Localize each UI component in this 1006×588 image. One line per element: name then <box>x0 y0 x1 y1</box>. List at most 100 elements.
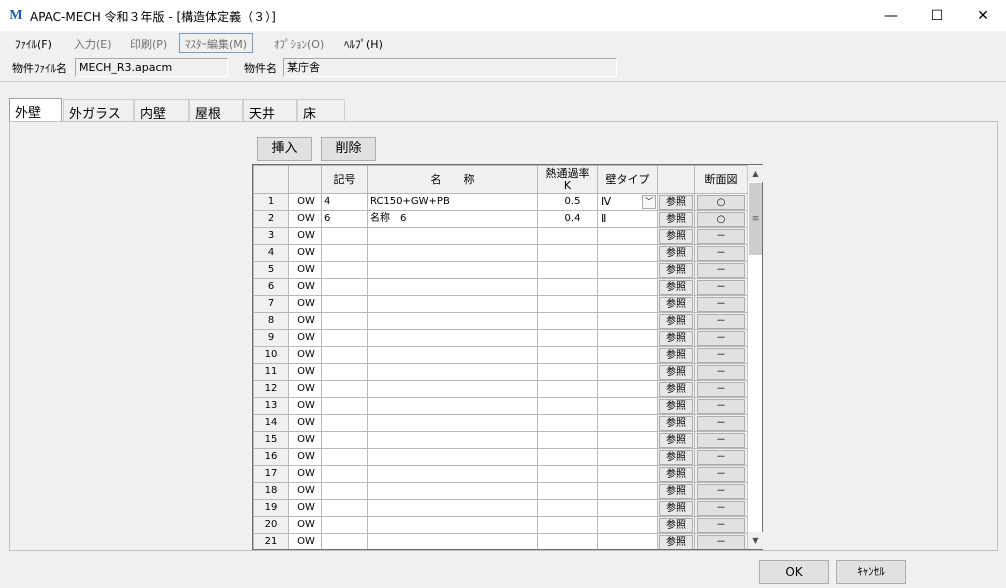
name-cell[interactable] <box>367 346 538 364</box>
header-name[interactable]: 名 称 <box>367 165 538 194</box>
table-row[interactable]: 4 OW 参照 － <box>253 244 748 262</box>
thermal-k-cell[interactable] <box>537 278 598 296</box>
table-row[interactable]: 11 OW 参照 － <box>253 363 748 381</box>
thermal-k-cell[interactable] <box>537 329 598 347</box>
symbol-cell[interactable] <box>321 329 368 347</box>
wall-type-cell[interactable] <box>597 465 658 483</box>
table-row[interactable]: 19 OW 参照 － <box>253 499 748 517</box>
row-number[interactable]: 21 <box>253 533 289 549</box>
row-number[interactable]: 10 <box>253 346 289 364</box>
reference-button[interactable]: 参照 <box>659 382 693 397</box>
symbol-cell[interactable] <box>321 346 368 364</box>
thermal-k-cell[interactable] <box>537 499 598 517</box>
table-row[interactable]: 20 OW 参照 － <box>253 516 748 534</box>
section-button[interactable]: － <box>697 382 745 397</box>
thermal-k-cell[interactable] <box>537 431 598 449</box>
minimize-button[interactable]: — <box>868 0 914 31</box>
section-button[interactable]: － <box>697 518 745 533</box>
row-number[interactable]: 2 <box>253 210 289 228</box>
table-row[interactable]: 21 OW 参照 － <box>253 533 748 549</box>
thermal-k-cell[interactable] <box>537 380 598 398</box>
table-row[interactable]: 13 OW 参照 － <box>253 397 748 415</box>
scroll-down-arrow-icon[interactable]: ▼ <box>748 532 763 549</box>
tab-ceiling[interactable]: 天井 <box>243 99 297 122</box>
section-button[interactable]: － <box>697 450 745 465</box>
reference-button[interactable]: 参照 <box>659 467 693 482</box>
reference-button[interactable]: 参照 <box>659 246 693 261</box>
reference-button[interactable]: 参照 <box>659 399 693 414</box>
symbol-cell[interactable] <box>321 533 368 549</box>
ok-button[interactable]: OK <box>759 560 829 584</box>
grid-scrollbar[interactable]: ▲ ≡ ▼ <box>747 165 763 549</box>
wall-type-cell[interactable] <box>597 363 658 381</box>
name-cell[interactable] <box>367 329 538 347</box>
app-icon[interactable]: M <box>9 9 23 23</box>
row-number[interactable]: 3 <box>253 227 289 245</box>
thermal-k-cell[interactable] <box>537 295 598 313</box>
wall-type-cell[interactable]: Ⅳ ﹀ <box>597 193 658 211</box>
row-number[interactable]: 12 <box>253 380 289 398</box>
row-number[interactable]: 20 <box>253 516 289 534</box>
maximize-button[interactable]: ☐ <box>914 0 960 31</box>
reference-button[interactable]: 参照 <box>659 416 693 431</box>
wall-type-cell[interactable] <box>597 261 658 279</box>
thermal-k-cell[interactable] <box>537 516 598 534</box>
wall-type-cell[interactable]: Ⅱ <box>597 210 658 228</box>
row-number[interactable]: 18 <box>253 482 289 500</box>
symbol-cell[interactable] <box>321 499 368 517</box>
name-cell[interactable] <box>367 363 538 381</box>
scroll-up-arrow-icon[interactable]: ▲ <box>748 165 763 182</box>
name-cell[interactable] <box>367 227 538 245</box>
symbol-cell[interactable]: 4 <box>321 193 368 211</box>
section-button[interactable]: ○ <box>697 212 745 227</box>
section-button[interactable]: － <box>697 229 745 244</box>
insert-button[interactable]: 挿入 <box>257 137 312 161</box>
reference-button[interactable]: 参照 <box>659 433 693 448</box>
symbol-cell[interactable]: 6 <box>321 210 368 228</box>
symbol-cell[interactable] <box>321 312 368 330</box>
section-button[interactable]: － <box>697 433 745 448</box>
header-section[interactable]: 断面図 <box>694 165 748 194</box>
symbol-cell[interactable] <box>321 227 368 245</box>
name-cell[interactable] <box>367 397 538 415</box>
name-cell[interactable] <box>367 482 538 500</box>
menu-master-edit[interactable]: ﾏｽﾀｰ編集(M) <box>179 33 254 53</box>
wall-type-cell[interactable] <box>597 312 658 330</box>
row-number[interactable]: 6 <box>253 278 289 296</box>
menu-options[interactable]: ｵﾌﾟｼｮﾝ(O) <box>274 36 324 52</box>
wall-type-cell[interactable] <box>597 533 658 549</box>
reference-button[interactable]: 参照 <box>659 501 693 516</box>
row-number[interactable]: 9 <box>253 329 289 347</box>
section-button[interactable]: － <box>697 280 745 295</box>
row-number[interactable]: 19 <box>253 499 289 517</box>
symbol-cell[interactable] <box>321 414 368 432</box>
section-button[interactable]: － <box>697 297 745 312</box>
name-cell[interactable] <box>367 278 538 296</box>
wall-type-cell[interactable] <box>597 278 658 296</box>
row-number[interactable]: 15 <box>253 431 289 449</box>
header-wall-type[interactable]: 壁タイプ <box>597 165 658 194</box>
section-button[interactable]: － <box>697 246 745 261</box>
symbol-cell[interactable] <box>321 380 368 398</box>
reference-button[interactable]: 参照 <box>659 314 693 329</box>
thermal-k-cell[interactable] <box>537 414 598 432</box>
table-row[interactable]: 5 OW 参照 － <box>253 261 748 279</box>
tab-floor[interactable]: 床 <box>297 99 345 122</box>
header-symbol[interactable]: 記号 <box>321 165 368 194</box>
tab-outer-wall[interactable]: 外壁 <box>9 98 62 122</box>
reference-button[interactable]: 参照 <box>659 484 693 499</box>
symbol-cell[interactable] <box>321 516 368 534</box>
reference-button[interactable]: 参照 <box>659 348 693 363</box>
section-button[interactable]: － <box>697 331 745 346</box>
menu-file[interactable]: ﾌｧｲﾙ(F) <box>15 36 52 52</box>
tab-inner-wall[interactable]: 内壁 <box>134 99 189 122</box>
table-row[interactable]: 2 OW 6 名称 6 0.4 Ⅱ 参照 ○ <box>253 210 748 228</box>
table-row[interactable]: 12 OW 参照 － <box>253 380 748 398</box>
wall-type-cell[interactable] <box>597 482 658 500</box>
tab-outer-glass[interactable]: 外ガラス <box>63 99 134 122</box>
section-button[interactable]: － <box>697 348 745 363</box>
row-number[interactable]: 8 <box>253 312 289 330</box>
wall-type-cell[interactable] <box>597 397 658 415</box>
menu-input[interactable]: 入力(E) <box>74 36 112 52</box>
wall-type-cell[interactable] <box>597 295 658 313</box>
